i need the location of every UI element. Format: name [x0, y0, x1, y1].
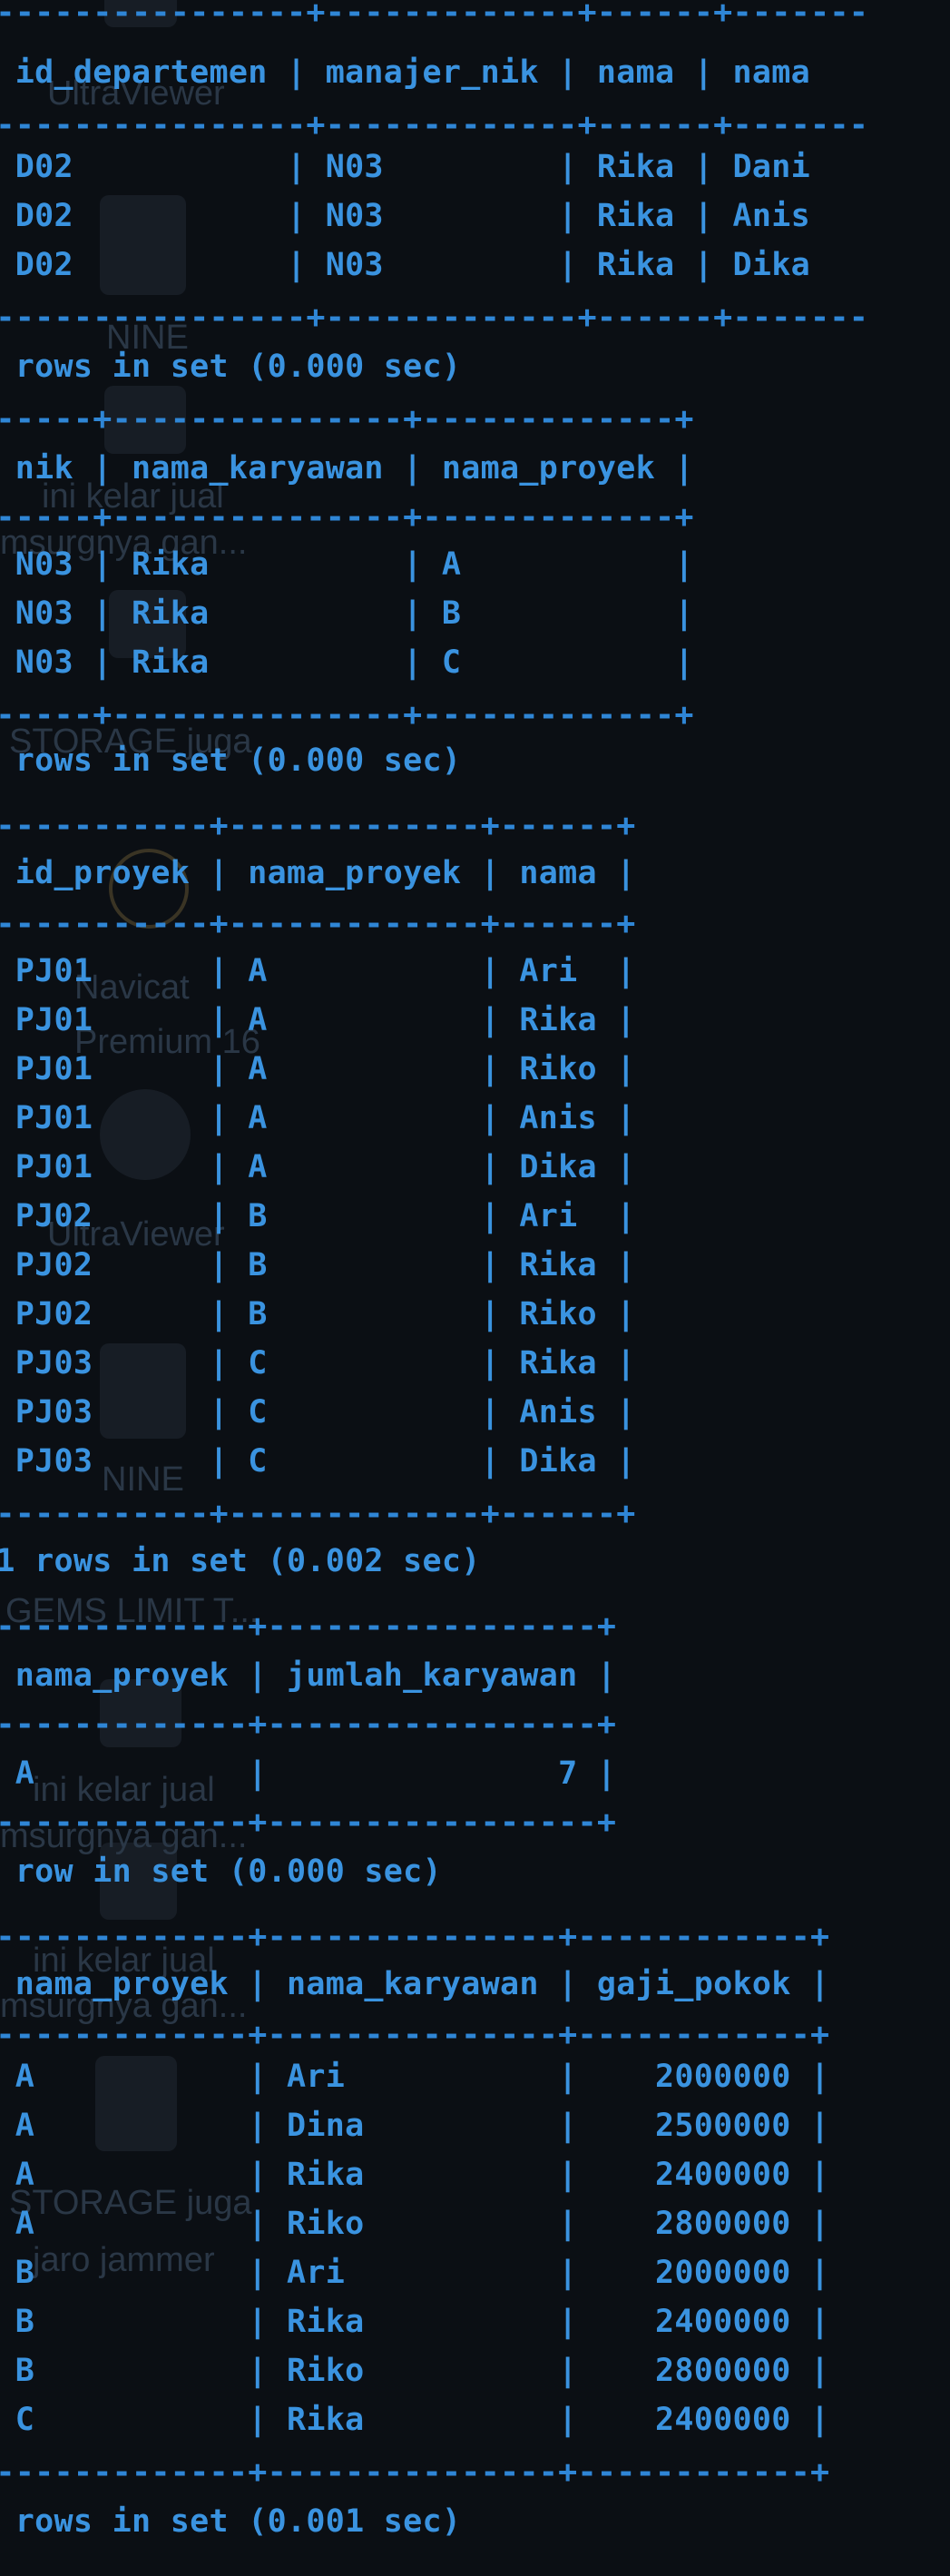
table-header-row: | nama_proyek | jumlah_karyawan | — [0, 1657, 617, 1694]
table-border: +-------------+---------------+---------… — [0, 2454, 830, 2491]
table-header-row: | id_departemen | manajer_nik | nama | n… — [0, 54, 810, 91]
table-border: +----------------+-------------+------+-… — [0, 0, 869, 31]
table-border: +-------------+---------------+---------… — [0, 2017, 830, 2053]
table-row: | N03 | Rika | B | — [0, 595, 694, 632]
table-row: | PJ01 | A | Dika | — [0, 1149, 636, 1185]
table-row: | N03 | Rika | C | — [0, 644, 694, 681]
table-header-row: | id_proyek | nama_proyek | nama | — [0, 855, 636, 891]
table-row: | D02 | N03 | Rika | Anis — [0, 198, 810, 234]
terminal-output[interactable]: +----------------+-------------+------+-… — [0, 0, 950, 2576]
result-status: 3 rows in set (0.000 sec) — [0, 349, 462, 385]
table-border: +----------------+-------------+------+-… — [0, 300, 869, 336]
table-row: | PJ03 | C | Anis | — [0, 1394, 636, 1431]
table-row: | A | 7 | — [0, 1755, 617, 1792]
table-row: | A | Rika | 2400000 | — [0, 2157, 830, 2193]
table-row: | PJ01 | A | Ari | — [0, 953, 636, 989]
table-row: | B | Rika | 2400000 | — [0, 2304, 830, 2340]
table-border: +-----+---------------+-------------+ — [0, 401, 694, 438]
result-status: 1 row in set (0.000 sec) — [0, 1853, 442, 1890]
table-row: | D02 | N03 | Rika | Dani — [0, 149, 810, 185]
table-row: | D02 | N03 | Rika | Dika — [0, 247, 810, 283]
table-row: | A | Dina | 2500000 | — [0, 2108, 830, 2144]
table-border: +-----+---------------+-------------+ — [0, 499, 694, 536]
table-row: | PJ02 | B | Rika | — [0, 1247, 636, 1283]
table-border: +-----------+-------------+------+ — [0, 906, 636, 942]
table-row: | B | Ari | 2000000 | — [0, 2255, 830, 2291]
table-border: +-----------+-------------+------+ — [0, 1496, 636, 1532]
table-row: | PJ01 | A | Riko | — [0, 1051, 636, 1087]
table-border: +-----------+-------------+------+ — [0, 808, 636, 844]
table-border: +-------------+-----------------+ — [0, 1608, 617, 1645]
table-row: | PJ02 | B | Ari | — [0, 1198, 636, 1234]
table-row: | PJ03 | C | Dika | — [0, 1443, 636, 1480]
table-row: | PJ02 | B | Riko | — [0, 1296, 636, 1332]
table-row: | PJ01 | A | Rika | — [0, 1002, 636, 1038]
table-row: | A | Ari | 2000000 | — [0, 2059, 830, 2095]
table-header-row: | nik | nama_karyawan | nama_proyek | — [0, 450, 694, 487]
table-row: | A | Riko | 2800000 | — [0, 2206, 830, 2242]
table-row: | B | Riko | 2800000 | — [0, 2353, 830, 2389]
table-row: | N03 | Rika | A | — [0, 546, 694, 583]
table-row: | PJ01 | A | Anis | — [0, 1100, 636, 1136]
result-status: 8 rows in set (0.001 sec) — [0, 2503, 462, 2540]
result-status: 3 rows in set (0.000 sec) — [0, 742, 462, 779]
table-row: | PJ03 | C | Rika | — [0, 1345, 636, 1381]
result-status: 11 rows in set (0.002 sec) — [0, 1543, 481, 1579]
table-border: +-------------+---------------+---------… — [0, 1919, 830, 1955]
table-border: +-----+---------------+-------------+ — [0, 697, 694, 733]
table-border: +----------------+-------------+------+-… — [0, 107, 869, 143]
table-border: +-------------+-----------------+ — [0, 1706, 617, 1743]
table-header-row: | nama_proyek | nama_karyawan | gaji_pok… — [0, 1966, 830, 2002]
table-border: +-------------+-----------------+ — [0, 1804, 617, 1841]
table-row: | C | Rika | 2400000 | — [0, 2402, 830, 2438]
